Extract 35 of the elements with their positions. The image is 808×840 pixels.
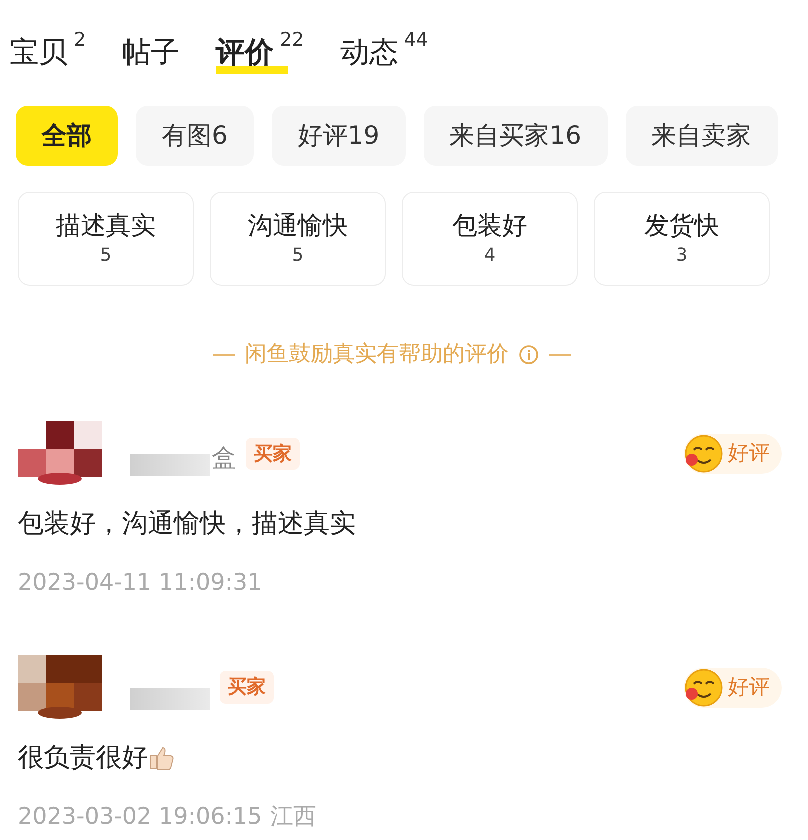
smiling-face-icon <box>684 434 724 474</box>
tag-label: 描述真实 <box>56 210 156 242</box>
tag-count: 3 <box>676 244 688 268</box>
filter-chip[interactable]: 来自卖家 <box>626 106 778 166</box>
tab[interactable]: 宝贝 2 <box>10 32 86 72</box>
review-text: 很负责很好 <box>18 742 148 774</box>
tag-label: 沟通愉快 <box>248 210 348 242</box>
smiling-face-icon <box>684 668 724 708</box>
notice-text: 闲鱼鼓励真实有帮助的评价 <box>245 341 509 369</box>
review-text: 包装好，沟通愉快，描述真实 <box>18 508 356 541</box>
tab[interactable]: 帖子 <box>122 32 180 72</box>
info-icon <box>519 344 539 364</box>
tag-card[interactable]: 沟通愉快 5 <box>210 192 386 286</box>
tag-label: 发货快 <box>644 210 720 242</box>
rating-badge: 好评 <box>684 434 782 474</box>
role-badge: 买家 <box>246 438 300 470</box>
role-badge: 买家 <box>220 671 274 704</box>
review-time: 2023-04-11 11:09:31 <box>18 569 262 598</box>
review-time: 2023-03-02 19:06:15 <box>18 802 262 832</box>
rating-badge: 好评 <box>684 668 782 708</box>
filter-chip[interactable]: 好评19 <box>272 106 406 166</box>
tab[interactable]: 评价 22 <box>216 32 304 72</box>
tag-card[interactable]: 描述真实 5 <box>18 192 194 286</box>
tag-count: 4 <box>484 244 496 268</box>
filter-chip[interactable]: 有图6 <box>136 106 254 166</box>
filter-chip[interactable]: 全部 <box>16 106 118 166</box>
review-location: 江西 <box>270 802 316 832</box>
tag-card[interactable]: 包装好 4 <box>402 192 578 286</box>
tag-label: 包装好 <box>452 210 528 242</box>
tag-card[interactable]: 发货快 3 <box>594 192 770 286</box>
tag-count: 5 <box>292 244 304 268</box>
filter-chip[interactable]: 来自买家16 <box>424 106 608 166</box>
tab[interactable]: 动态 44 <box>340 32 428 72</box>
tag-count: 5 <box>100 244 112 268</box>
user-name: 盒 <box>212 443 236 474</box>
